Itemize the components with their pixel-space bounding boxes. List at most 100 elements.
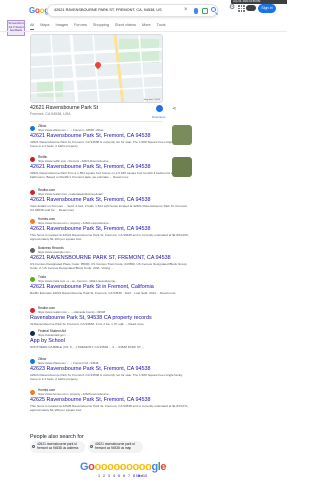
logo-letter: G [80, 461, 89, 473]
feedback-badge[interactable]: Screenshot Jul 4 Select feedback [7, 20, 25, 36]
divider [30, 121, 163, 122]
place-title: 42621 Ravensbourne Park St [30, 105, 99, 111]
page-number-link[interactable]: 7 [128, 474, 130, 478]
result-source[interactable]: Business Records https://www.example.com … [30, 246, 190, 254]
result-source[interactable]: Federal Student Aid https://studentaid.go… [30, 329, 190, 337]
next-page-link[interactable]: Next [136, 474, 143, 478]
site-favicon-icon [30, 331, 35, 336]
result-source[interactable]: Trulia https://www.trulia.com › p › ca › … [30, 275, 190, 283]
search-box[interactable]: 42621 RAVENSBOURNE PARK ST, FREMONT, CA,… [47, 4, 218, 17]
result-title-link[interactable]: 42621 RAVENSBOURNE PARK ST, FREMONT, CA … [30, 255, 190, 262]
result-title-link[interactable]: App by School [30, 338, 190, 345]
share-icon[interactable]: ⋖ [172, 106, 176, 112]
result-snippet: US Census Designated Place Code: 95000. … [30, 262, 187, 271]
map-preview[interactable]: Map data ©2024 [30, 34, 163, 103]
search-result: Business Records https://www.example.com … [30, 246, 190, 271]
result-title-link[interactable]: 42621 Ravensbourne Park St, Fremont, CA … [30, 133, 190, 140]
search-result: Realtor.com https://www.realtor.com › ...… [30, 306, 190, 326]
result-snippet: 42623 Ravensbourne Park St, Fremont, CA … [30, 373, 183, 382]
camera-lens-icon[interactable] [202, 8, 208, 14]
directions-button[interactable]: Directions [152, 115, 165, 119]
result-snippet: View details on Fremont ... Sold: 4 bed,… [30, 204, 188, 213]
result-url: https://www.realtor.com › ... › Alameda … [38, 309, 105, 314]
result-title-link[interactable]: 42621 Ravensbourne Park St, Fremont, CA … [30, 164, 190, 171]
result-title-link[interactable]: 42625 Ravensbourne Park St, Fremont, CA … [30, 397, 190, 404]
tab-tools[interactable]: Tools [157, 20, 166, 30]
result-title-link[interactable]: Ravensbourne Park St, 94538 CA property … [30, 315, 190, 322]
site-favicon-icon [30, 359, 35, 364]
sign-in-button[interactable]: Sign in [258, 4, 276, 13]
result-snippet: This home is located at 42621 Ravensbour… [30, 233, 189, 242]
page-number-link[interactable]: 3 [108, 474, 110, 478]
result-url: https://www.redfin.com › Fremont › 42621… [38, 158, 111, 163]
search-result: Realtor.com https://www.realtor.com › rea… [30, 188, 190, 213]
map-attribution: Map data ©2024 [143, 99, 160, 101]
site-favicon-icon [30, 126, 35, 131]
result-snippet: 42621 Ravensbourne Park St is a 1,554 sq… [30, 171, 179, 180]
result-source[interactable]: Redfin https://www.redfin.com › Fremont ›… [30, 155, 190, 163]
result-source[interactable]: Homes.com https://www.homes.com › propert… [30, 388, 190, 396]
result-url: https://studentaid.gov › ... [38, 332, 70, 337]
microphone-icon[interactable] [194, 8, 198, 14]
result-url: https://www.zillow.com › ... › Fremont C… [38, 360, 99, 365]
site-favicon-icon [30, 277, 35, 282]
result-source[interactable]: Homes.com https://www.homes.com › propert… [30, 217, 190, 225]
search-result: Homes.com https://www.homes.com › propert… [30, 388, 190, 413]
result-snippet: 42 Ravensbourne Park St, Fremont, CA 945… [30, 322, 144, 326]
result-url: https://www.realtor.com › realestateandh… [38, 191, 103, 196]
tab-more[interactable]: More [142, 20, 151, 30]
directions-icon[interactable] [156, 105, 163, 112]
search-icon[interactable] [211, 7, 216, 12]
tab-maps[interactable]: Maps [40, 20, 49, 30]
pagination-logo: Goooooooooogle [80, 461, 167, 473]
search-icon [32, 445, 35, 448]
close-icon[interactable]: × [184, 7, 188, 14]
tab-shopping[interactable]: Shopping [93, 20, 109, 30]
result-url: https://www.homes.com › property › 42621… [38, 220, 111, 225]
result-title-link[interactable]: 42621 Ravensbourne Park St, Fremont, CA … [30, 197, 190, 204]
tab-short-videos[interactable]: Short videos [115, 20, 136, 30]
result-source[interactable]: Realtor.com https://www.realtor.com › ...… [30, 306, 190, 314]
page-number-link[interactable]: 10 [143, 474, 147, 478]
recording-indicator [246, 5, 256, 11]
result-thumbnail[interactable] [172, 157, 192, 177]
result-source[interactable]: Zillow https://www.zillow.com › ... › Fre… [30, 357, 190, 365]
search-result: Trulia https://www.trulia.com › p › ca › … [30, 275, 190, 295]
gear-icon[interactable]: ⚙ [229, 4, 235, 12]
result-snippet: Redfin Estimate 42621 Ravensbourne Park … [30, 291, 176, 295]
tab-all[interactable]: All [30, 20, 35, 30]
page-number-link[interactable]: 2 [103, 474, 105, 478]
site-favicon-icon [30, 219, 35, 224]
page-number-link[interactable]: 5 [118, 474, 120, 478]
result-url: https://www.trulia.com › p › ca › fremon… [38, 278, 118, 283]
result-snippet: 42621 Ravensbourne Park St, Fremont, CA … [30, 140, 183, 149]
tab-images[interactable]: Images [56, 20, 68, 30]
logo-letter: e [160, 461, 167, 473]
search-input[interactable]: 42621 RAVENSBOURNE PARK ST, FREMONT, CA,… [54, 8, 172, 12]
result-title-link[interactable]: 42623 Ravensbourne Park St, Fremont, CA … [30, 366, 190, 373]
result-title-link[interactable]: 42621 Ravensbourne Park St, Fremont, CA … [30, 226, 190, 233]
related-search-chip[interactable]: 42621 ravensbourne park st fremont ca 94… [30, 441, 85, 453]
result-url: https://www.zillow.com › ... › Fremont ›… [38, 127, 104, 132]
search-result: Zillow https://www.zillow.com › ... › Fre… [30, 357, 190, 382]
result-source[interactable]: Zillow https://www.zillow.com › ... › Fre… [30, 124, 190, 132]
apps-grid-icon[interactable] [238, 5, 245, 12]
result-thumbnail[interactable] [172, 125, 192, 145]
page-number-link[interactable]: 8 [133, 474, 135, 478]
result-title-link[interactable]: 42621 Ravensbourne Park St in Fremont, C… [30, 284, 190, 291]
site-favicon-icon [30, 308, 35, 313]
datetime-overlay: July 04, 2024 01:59 PM [231, 0, 287, 4]
tab-forums[interactable]: Forums [74, 20, 87, 30]
page-number-link[interactable]: 1 [98, 474, 100, 478]
site-favicon-icon [30, 190, 35, 195]
related-search-chip[interactable]: 42621 ravensbourne park st fremont ca 94… [88, 441, 143, 453]
search-result: Redfin https://www.redfin.com › Fremont ›… [30, 155, 190, 180]
divider [0, 31, 287, 32]
people-also-search-heading: People also search for [30, 434, 84, 440]
place-subtitle: Fremont, CA 94538, USA [30, 112, 71, 116]
result-snippet: This home is located at 42625 Ravensbour… [30, 404, 189, 413]
page-number-link[interactable]: 4 [113, 474, 115, 478]
result-source[interactable]: Realtor.com https://www.realtor.com › rea… [30, 188, 190, 196]
site-favicon-icon [30, 157, 35, 162]
page-number-link[interactable]: 6 [123, 474, 125, 478]
